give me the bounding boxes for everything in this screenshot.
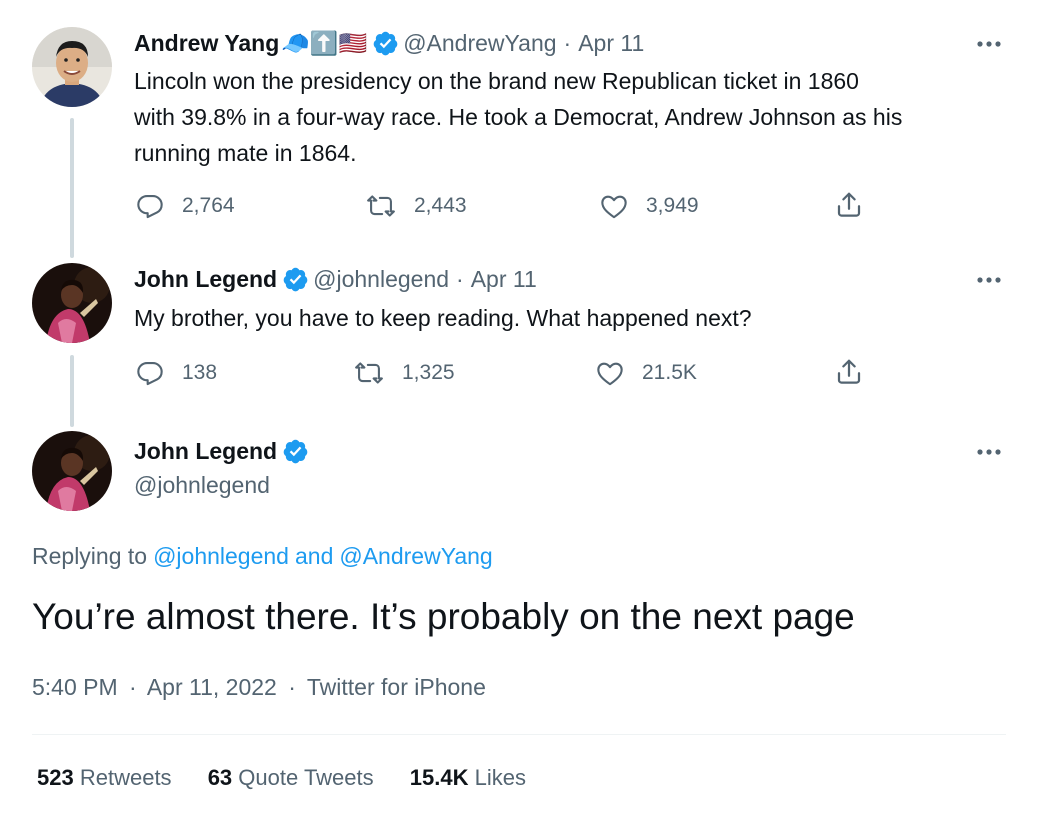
more-icon[interactable]: [975, 39, 1003, 49]
retweets-stat-count: 523: [37, 765, 74, 790]
display-name[interactable]: John Legend: [134, 438, 277, 465]
tweet-text: Lincoln won the presidency on the brand …: [134, 63, 902, 171]
handle[interactable]: @AndrewYang: [403, 30, 556, 57]
tweet-text-line: with 39.8% in a four-way race. He took a…: [134, 104, 903, 130]
tweet-header: John Legend @johnlegend · Apr 11: [134, 266, 537, 293]
quote-tweets-stat-count: 63: [207, 765, 233, 790]
more-icon[interactable]: [975, 275, 1003, 285]
verified-icon: [283, 439, 308, 464]
tweet-text-line: My brother, you have to keep reading. Wh…: [134, 305, 752, 331]
retweets-stat-label: Retweets: [79, 765, 172, 790]
replying-user-link[interactable]: @AndrewYang: [339, 543, 492, 570]
engagement-stats: 523 Retweets 63 Quote Tweets 15.4K Likes: [37, 765, 526, 791]
main-tweet-text: You’re almost there. It’s probably on th…: [32, 596, 855, 637]
replying-and[interactable]: and: [295, 543, 333, 570]
like-icon: [601, 195, 627, 219]
verified-icon: [373, 31, 398, 56]
reply-icon: [137, 362, 163, 386]
like-button[interactable]: 3,949: [600, 192, 699, 220]
reply-count: 2,764: [182, 194, 235, 217]
display-name[interactable]: John Legend: [134, 266, 277, 293]
tweet-actions: 138 1,325 21.5K: [0, 357, 1057, 391]
separator: ·: [129, 674, 137, 700]
likes-stat-label: Likes: [474, 765, 526, 790]
tweet-source[interactable]: Twitter for iPhone: [307, 674, 486, 700]
quote-tweets-stat-label: Quote Tweets: [238, 765, 374, 790]
share-icon: [837, 359, 861, 384]
reply-button[interactable]: 2,764: [136, 192, 235, 220]
name-emoji: 🧢⬆️🇺🇸: [281, 30, 368, 56]
retweet-count: 1,325: [402, 361, 455, 384]
retweets-stat[interactable]: 523 Retweets: [37, 765, 178, 790]
avatar[interactable]: [32, 27, 112, 107]
tweet-text-line: Lincoln won the presidency on the brand …: [134, 68, 859, 94]
tweet-date[interactable]: Apr 11: [471, 266, 537, 293]
separator: ·: [563, 30, 572, 56]
replying-prefix: Replying to: [32, 543, 148, 569]
handle[interactable]: @johnlegend: [134, 472, 270, 499]
retweet-icon: [367, 195, 395, 217]
tweet-text-line: running mate in 1864.: [134, 140, 357, 166]
like-count: 3,949: [646, 194, 699, 217]
display-name[interactable]: Andrew Yang: [134, 30, 279, 57]
likes-stat[interactable]: 15.4K Likes: [410, 765, 526, 790]
verified-icon: [283, 267, 308, 292]
retweet-button[interactable]: 1,325: [354, 359, 455, 387]
reply-button[interactable]: 138: [136, 359, 217, 387]
quote-tweets-stat[interactable]: 63 Quote Tweets: [208, 765, 380, 790]
tweet-meta: 5:40 PM · Apr 11, 2022 · Twitter for iPh…: [32, 674, 486, 701]
tweet-header: John Legend: [134, 438, 313, 465]
retweet-count: 2,443: [414, 194, 467, 217]
retweet-icon: [355, 362, 383, 384]
likes-stat-count: 15.4K: [409, 765, 469, 790]
like-icon: [597, 362, 623, 386]
more-icon[interactable]: [975, 447, 1003, 457]
divider: [32, 734, 1006, 735]
retweet-button[interactable]: 2,443: [366, 192, 467, 220]
handle[interactable]: @johnlegend: [313, 266, 449, 293]
replying-to: Replying to @johnlegend and @AndrewYang: [32, 543, 493, 570]
tweet-time[interactable]: 5:40 PM: [32, 674, 118, 700]
tweet-date[interactable]: Apr 11: [578, 30, 644, 57]
tweet-text: My brother, you have to keep reading. Wh…: [134, 300, 752, 336]
share-button[interactable]: [834, 190, 882, 220]
like-button[interactable]: 21.5K: [596, 359, 697, 387]
replying-user-link[interactable]: @johnlegend: [153, 543, 289, 570]
tweet-actions: 2,764 2,443 3,949: [0, 190, 1057, 224]
separator: ·: [456, 266, 464, 292]
avatar[interactable]: [32, 431, 112, 511]
share-icon: [837, 192, 861, 217]
share-button[interactable]: [834, 357, 882, 387]
thread-line: [70, 118, 74, 258]
tweet-header: Andrew Yang 🧢⬆️🇺🇸 @AndrewYang · Apr 11: [134, 30, 644, 57]
separator: ·: [288, 674, 296, 700]
reply-icon: [137, 195, 163, 219]
reply-count: 138: [182, 361, 218, 384]
like-count: 21.5K: [642, 361, 697, 384]
avatar[interactable]: [32, 263, 112, 343]
tweet-full-date[interactable]: Apr 11, 2022: [147, 674, 277, 700]
